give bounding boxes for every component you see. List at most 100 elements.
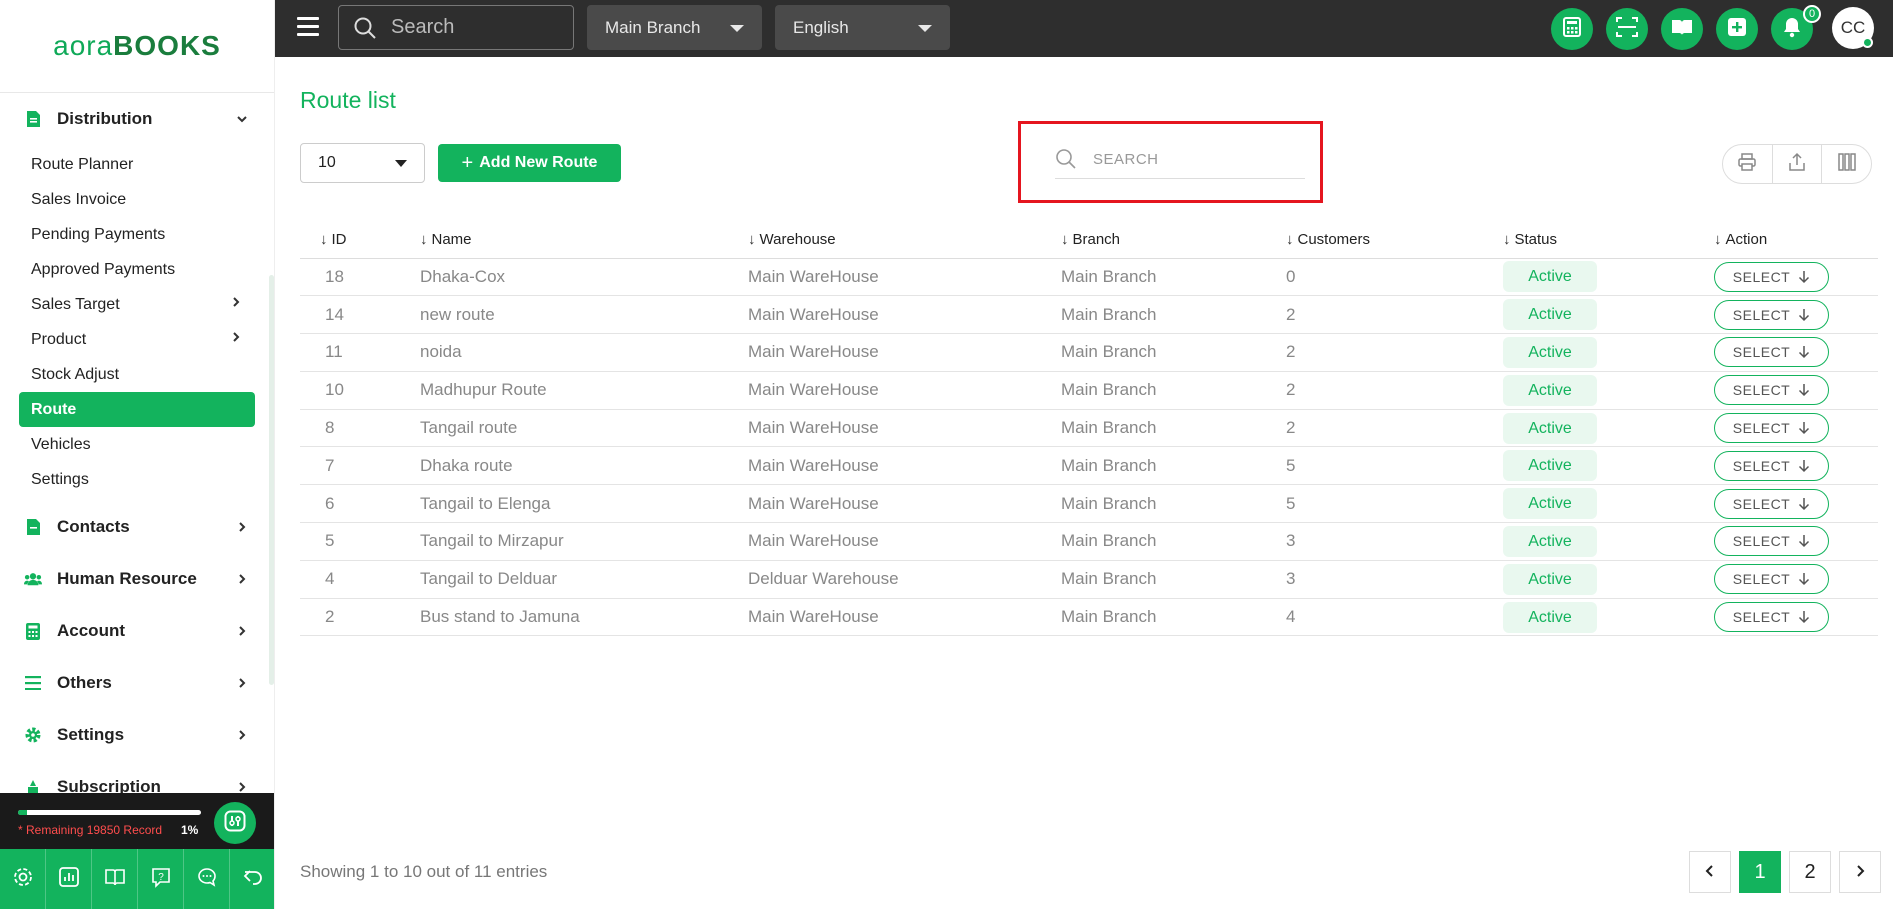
sidebar-item-distribution-settings[interactable]: Settings <box>19 462 255 497</box>
table-row[interactable]: 11 noida Main WareHouse Main Branch 2 Active S… <box>300 333 1878 372</box>
search-icon <box>353 16 377 40</box>
table-search-input[interactable]: SEARCH <box>1055 140 1305 179</box>
settings-footer-button[interactable] <box>0 849 46 909</box>
barcode-scan-icon <box>1615 15 1639 44</box>
arrow-down-icon <box>1798 421 1810 435</box>
sidebar-item-sales-target[interactable]: Sales Target <box>19 287 255 322</box>
route-table-body: 18 Dhaka-Cox Main WareHouse Main Branch 0 Act… <box>300 258 1878 637</box>
sort-arrow-icon: ↓ <box>1714 231 1722 249</box>
sidebar-item-human-resource[interactable]: Human Resource <box>0 553 274 605</box>
table-row[interactable]: 2 Bus stand to Jamuna Main WareHouse Main B… <box>300 598 1878 637</box>
help-footer-button[interactable]: ? <box>138 849 184 909</box>
sidebar-item-distribution[interactable]: Distribution <box>0 93 274 145</box>
quick-add-button[interactable] <box>1716 8 1758 50</box>
table-row[interactable]: 4 Tangail to Delduar Delduar Warehouse Main… <box>300 560 1878 599</box>
column-header-name[interactable]: ↓ Name <box>420 222 748 259</box>
next-page-button[interactable] <box>1839 851 1881 893</box>
select-action-button[interactable]: SELECT <box>1714 299 1829 330</box>
language-select[interactable]: English <box>775 5 950 50</box>
sidebar-item-pending-payments[interactable]: Pending Payments <box>19 217 255 252</box>
page-title: Route list <box>300 87 396 113</box>
sidebar-item-vehicles[interactable]: Vehicles <box>19 427 255 462</box>
select-action-button[interactable]: SELECT <box>1714 450 1829 481</box>
column-header-customers[interactable]: ↓ Customers <box>1286 222 1503 259</box>
column-header-label: Warehouse <box>759 231 836 249</box>
logout-footer-button[interactable] <box>230 849 274 909</box>
user-avatar[interactable]: CC <box>1832 7 1874 49</box>
select-action-button[interactable]: SELECT <box>1714 602 1829 633</box>
status-badge: Active <box>1503 374 1597 406</box>
notifications-button[interactable]: 0 <box>1771 5 1821 50</box>
sidebar-item-label: Approved Payments <box>31 260 176 278</box>
docs-button[interactable] <box>1661 8 1703 50</box>
select-action-button[interactable]: SELECT <box>1714 413 1829 444</box>
select-action-button[interactable]: SELECT <box>1714 261 1829 292</box>
select-action-button[interactable]: SELECT <box>1714 526 1829 557</box>
sidebar-item-others[interactable]: Others <box>0 657 274 709</box>
sidebar-item-approved-payments[interactable]: Approved Payments <box>19 252 255 287</box>
sidebar-item-route[interactable]: Route <box>19 392 255 427</box>
global-search-input[interactable]: Search <box>338 5 574 50</box>
per-page-select[interactable]: 10 <box>300 143 425 183</box>
arrow-down-icon <box>1798 459 1810 473</box>
export-button[interactable] <box>1773 145 1823 183</box>
sidebar-item-sales-invoice[interactable]: Sales Invoice <box>19 182 255 217</box>
sidebar-item-label: Settings <box>57 725 125 744</box>
sort-arrow-icon: ↓ <box>1503 231 1511 249</box>
sidebar-scrollbar[interactable] <box>269 275 274 685</box>
cell-id: 18 <box>300 258 420 297</box>
columns-icon <box>1837 152 1857 177</box>
column-header-action[interactable]: ↓ Action <box>1714 222 1878 259</box>
cell-branch: Main Branch <box>1061 446 1286 486</box>
cell-status: Active <box>1503 371 1714 410</box>
column-header-warehouse[interactable]: ↓ Warehouse <box>748 222 1061 259</box>
scan-button[interactable] <box>1606 8 1648 50</box>
chart-icon <box>58 866 80 893</box>
table-row[interactable]: 10 Madhupur Route Main WareHouse Main Branc… <box>300 371 1878 410</box>
status-badge: Active <box>1503 299 1597 331</box>
sidebar-item-route-planner[interactable]: Route Planner <box>19 147 255 182</box>
sidebar-item-contacts[interactable]: Contacts <box>0 501 274 553</box>
caret-down-icon <box>918 25 932 32</box>
arrow-down-icon <box>1798 534 1810 548</box>
sidebar-item-label: Route Planner <box>31 155 134 173</box>
table-row[interactable]: 8 Tangail route Main WareHouse Main Branch 2… <box>300 409 1878 448</box>
column-header-id[interactable]: ↓ ID <box>300 222 420 259</box>
column-header-label: Name <box>431 231 472 249</box>
chat-footer-button[interactable] <box>184 849 230 909</box>
column-header-label: Action <box>1725 231 1768 249</box>
select-action-button[interactable]: SELECT <box>1714 375 1829 406</box>
column-header-branch[interactable]: ↓ Branch <box>1061 222 1286 259</box>
select-action-label: SELECT <box>1732 609 1791 626</box>
upgrade-button[interactable] <box>214 802 256 844</box>
cell-customers: 2 <box>1286 333 1503 372</box>
plus-icon: + <box>461 151 474 174</box>
table-row[interactable]: 7 Dhaka route Main WareHouse Main Branch 5 Ac… <box>300 446 1878 486</box>
sidebar-item-stock-adjust[interactable]: Stock Adjust <box>19 357 255 392</box>
menu-toggle-icon[interactable] <box>297 17 319 37</box>
table-row[interactable]: 14 new route Main WareHouse Main Branch 2 Act… <box>300 295 1878 335</box>
select-action-button[interactable]: SELECT <box>1714 564 1829 595</box>
prev-page-button[interactable] <box>1689 851 1731 893</box>
table-row[interactable]: 6 Tangail to Elenga Main WareHouse Main Bra… <box>300 484 1878 524</box>
select-action-button[interactable]: SELECT <box>1714 488 1829 519</box>
branch-select[interactable]: Main Branch <box>587 5 762 50</box>
column-header-status[interactable]: ↓ Status <box>1503 222 1714 259</box>
page-button-1[interactable]: 1 <box>1739 851 1781 893</box>
select-action-button[interactable]: SELECT <box>1714 337 1829 368</box>
calculator-button[interactable] <box>1551 8 1593 50</box>
logo[interactable]: aoraBOOKS <box>0 0 274 92</box>
docs-footer-button[interactable] <box>92 849 138 909</box>
print-button[interactable] <box>1723 145 1773 183</box>
sidebar-item-product[interactable]: Product <box>19 322 255 357</box>
sidebar-item-settings[interactable]: Settings <box>0 709 274 761</box>
sidebar-item-account[interactable]: Account <box>0 605 274 657</box>
cell-status: Active <box>1503 409 1714 448</box>
contacts-icon <box>24 518 42 536</box>
reports-footer-button[interactable] <box>46 849 92 909</box>
add-new-route-button[interactable]: + Add New Route <box>438 144 621 182</box>
page-button-2[interactable]: 2 <box>1789 851 1831 893</box>
table-row[interactable]: 18 Dhaka-Cox Main WareHouse Main Branch 0 Act… <box>300 258 1878 297</box>
columns-button[interactable] <box>1822 145 1871 183</box>
table-row[interactable]: 5 Tangail to Mirzapur Main WareHouse Main B… <box>300 522 1878 561</box>
